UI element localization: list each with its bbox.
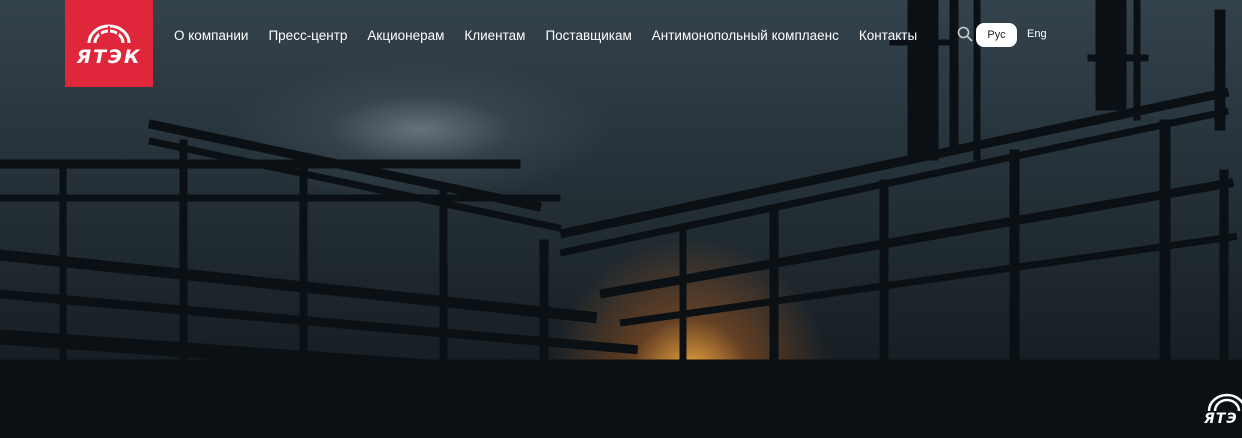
nav-item-press-center[interactable]: Пресс-центр [268,28,347,44]
nav-item-about[interactable]: О компании [174,28,248,44]
nav-item-shareholders[interactable]: Акционерам [367,28,444,44]
nav-item-suppliers[interactable]: Поставщикам [545,28,631,44]
corner-logo: ЯТЭ [1203,392,1242,438]
nav-item-contacts[interactable]: Контакты [859,28,917,44]
logo-arc-icon [87,24,131,43]
language-en-button[interactable]: Eng [1027,28,1047,40]
nav-item-clients[interactable]: Клиентам [464,28,525,44]
hero-banner [0,0,1242,438]
corner-logo-arc-icon [1207,393,1242,412]
main-nav: О компании Пресс-центр Акционерам Клиент… [174,28,917,44]
language-ru-button[interactable]: Рус [976,23,1017,47]
nav-item-antimonopoly-compliance[interactable]: Антимонопольный комплаенс [652,28,839,44]
refinery-silhouette [0,0,1242,438]
logo-text: ЯТЭК [76,45,142,68]
corner-logo-text: ЯТЭ [1204,411,1238,427]
search-icon[interactable] [957,26,973,42]
company-logo[interactable]: ЯТЭК [65,0,153,87]
